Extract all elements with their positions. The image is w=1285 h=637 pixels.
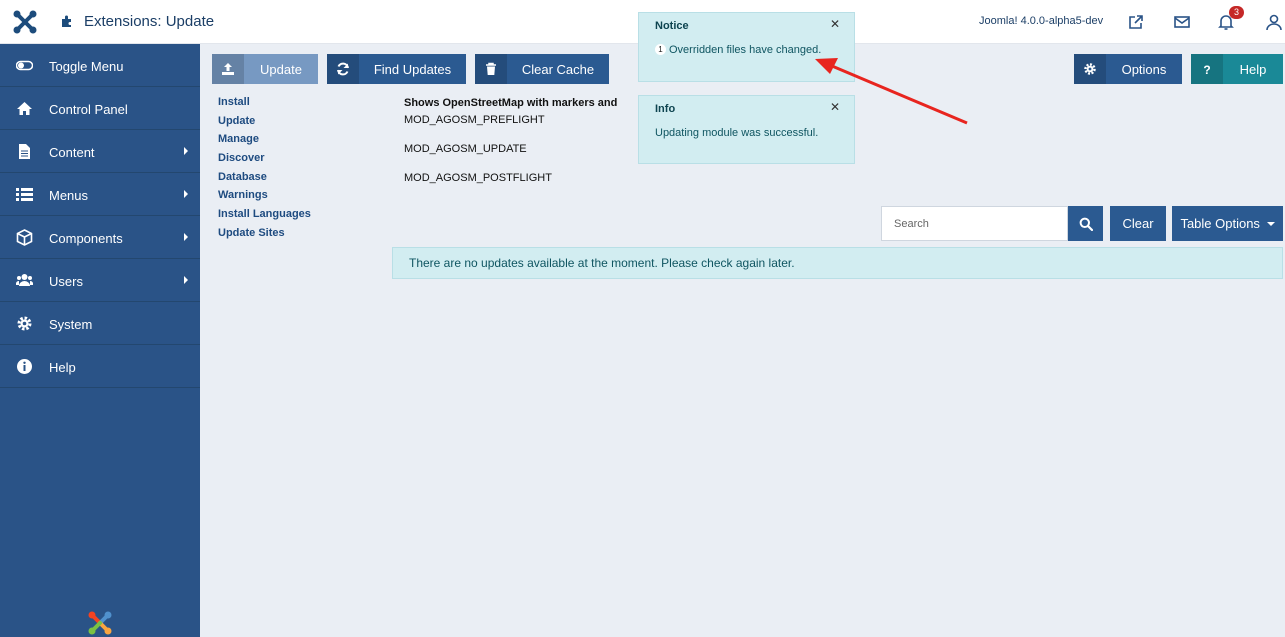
file-icon bbox=[19, 144, 30, 159]
sidebar: Toggle Menu Control Panel Content Menus … bbox=[0, 44, 200, 637]
sidebar-item-label: Control Panel bbox=[49, 102, 128, 117]
submenu-update-sites[interactable]: Update Sites bbox=[218, 227, 311, 246]
toggle-icon bbox=[16, 60, 33, 71]
submenu-install-languages[interactable]: Install Languages bbox=[218, 208, 311, 227]
sidebar-item-users[interactable]: Users bbox=[0, 259, 200, 302]
sidebar-item-label: Users bbox=[49, 274, 83, 289]
chevron-right-icon bbox=[184, 233, 188, 241]
sidebar-item-label: Help bbox=[49, 360, 76, 375]
details-line: MOD_AGOSM_UPDATE bbox=[404, 143, 527, 155]
caret-down-icon bbox=[1266, 222, 1275, 226]
puzzle-icon bbox=[62, 15, 71, 27]
notice-message-wrap: 1 Overridden files have changed. bbox=[655, 41, 845, 59]
info-title: Info bbox=[655, 103, 676, 115]
info-toast: Info ✕ Updating module was successful. bbox=[638, 95, 855, 164]
clear-cache-button[interactable]: Clear Cache bbox=[475, 54, 609, 84]
trash-icon bbox=[486, 62, 496, 75]
close-icon[interactable]: ✕ bbox=[830, 100, 840, 114]
users-icon bbox=[16, 274, 33, 286]
joomla-logo-icon[interactable] bbox=[12, 9, 38, 35]
search-icon bbox=[1079, 217, 1093, 231]
sidebar-item-label: Toggle Menu bbox=[49, 59, 124, 74]
gear-icon bbox=[1084, 63, 1096, 75]
help-button[interactable]: ? Help bbox=[1191, 54, 1283, 84]
details-title: Shows OpenStreetMap with markers and bbox=[404, 97, 618, 109]
submenu-database[interactable]: Database bbox=[218, 171, 311, 190]
info-message: Updating module was successful. bbox=[655, 127, 819, 139]
submenu-warnings[interactable]: Warnings bbox=[218, 189, 311, 208]
notification-badge: 3 bbox=[1229, 6, 1244, 19]
version-label: Joomla! 4.0.0-alpha5-dev bbox=[979, 15, 1104, 27]
notice-count: 1 bbox=[655, 44, 666, 55]
refresh-icon bbox=[337, 62, 349, 76]
table-options-label: Table Options bbox=[1180, 216, 1260, 231]
search-button[interactable] bbox=[1068, 206, 1103, 241]
sidebar-item-menus[interactable]: Menus bbox=[0, 173, 200, 216]
details-line: MOD_AGOSM_POSTFLIGHT bbox=[404, 172, 552, 184]
submenu-manage[interactable]: Manage bbox=[218, 133, 311, 152]
submenu-discover[interactable]: Discover bbox=[218, 152, 311, 171]
sidebar-item-label: Content bbox=[49, 145, 95, 160]
cube-icon bbox=[16, 229, 33, 246]
clear-button[interactable]: Clear bbox=[1110, 206, 1166, 241]
sidebar-item-toggle-menu[interactable]: Toggle Menu bbox=[0, 44, 200, 87]
info-icon bbox=[17, 359, 32, 374]
chevron-right-icon bbox=[184, 190, 188, 198]
external-link-icon[interactable] bbox=[1127, 13, 1145, 31]
sidebar-item-content[interactable]: Content bbox=[0, 130, 200, 173]
sidebar-item-label: System bbox=[49, 317, 93, 332]
close-icon[interactable]: ✕ bbox=[830, 17, 840, 31]
mail-icon[interactable] bbox=[1173, 13, 1191, 31]
sidebar-item-label: Components bbox=[49, 231, 123, 246]
details-line: MOD_AGOSM_PREFLIGHT bbox=[404, 114, 545, 126]
sidebar-item-control-panel[interactable]: Control Panel bbox=[0, 87, 200, 130]
gear-icon bbox=[17, 316, 32, 331]
question-icon: ? bbox=[1203, 63, 1210, 76]
svg-text:?: ? bbox=[1203, 63, 1210, 76]
joomla-color-logo-icon bbox=[88, 611, 112, 635]
sidebar-item-system[interactable]: System bbox=[0, 302, 200, 345]
notice-message: Overridden files have changed. bbox=[669, 44, 822, 56]
update-button[interactable]: Update bbox=[212, 54, 318, 84]
user-icon[interactable] bbox=[1265, 13, 1283, 31]
submenu-install[interactable]: Install bbox=[218, 96, 311, 115]
options-button[interactable]: Options bbox=[1074, 54, 1182, 84]
sidebar-item-label: Menus bbox=[49, 188, 89, 203]
extensions-submenu: Install Update Manage Discover Database … bbox=[218, 96, 311, 246]
notice-title: Notice bbox=[655, 20, 689, 32]
table-options-button[interactable]: Table Options bbox=[1172, 206, 1283, 241]
submenu-update[interactable]: Update bbox=[218, 115, 311, 134]
chevron-right-icon bbox=[184, 276, 188, 284]
upload-icon bbox=[222, 63, 234, 75]
list-icon bbox=[16, 188, 33, 201]
update-details: Shows OpenStreetMap with markers and MOD… bbox=[404, 97, 617, 184]
no-updates-alert: There are no updates available at the mo… bbox=[392, 247, 1283, 279]
page-title: Extensions: Update bbox=[84, 13, 215, 30]
home-icon bbox=[17, 102, 32, 115]
search-input[interactable] bbox=[881, 206, 1068, 241]
notice-toast: Notice ✕ 1 Overridden files have changed. bbox=[638, 12, 855, 82]
sidebar-item-help[interactable]: Help bbox=[0, 345, 200, 388]
find-updates-button[interactable]: Find Updates bbox=[327, 54, 466, 84]
sidebar-item-components[interactable]: Components bbox=[0, 216, 200, 259]
chevron-right-icon bbox=[184, 147, 188, 155]
